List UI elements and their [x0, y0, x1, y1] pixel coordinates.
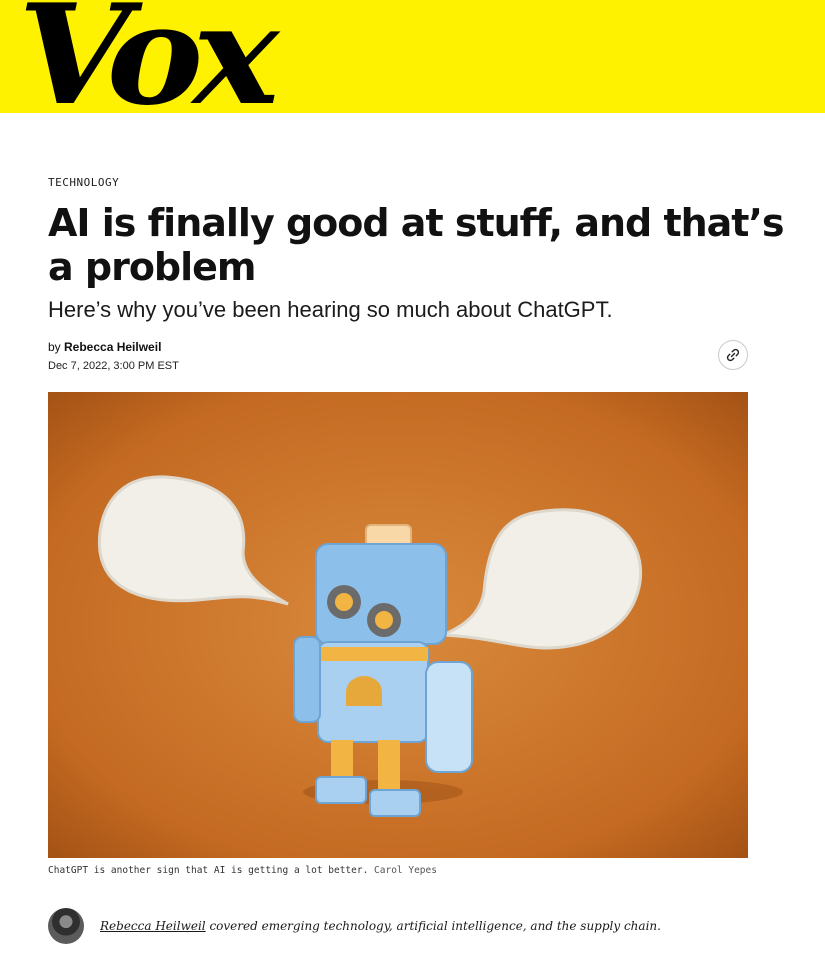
- author-link[interactable]: Rebecca Heilweil: [64, 340, 161, 354]
- article-dek: Here’s why you’ve been hearing so much a…: [48, 297, 613, 322]
- byline: by Rebecca Heilweil: [48, 340, 161, 354]
- section-kicker[interactable]: TECHNOLOGY: [48, 176, 808, 189]
- robot-illustration: [48, 392, 748, 858]
- article-headline: AI is finally good at stuff, and that’s …: [48, 201, 785, 289]
- caption-text: ChatGPT is another sign that AI is getti…: [48, 865, 369, 876]
- article-header: TECHNOLOGY AI is finally good at stuff, …: [48, 176, 808, 323]
- author-bio: Rebecca Heilweil covered emerging techno…: [48, 906, 768, 946]
- publish-date: Dec 7, 2022, 3:00 PM EST: [48, 360, 179, 372]
- copy-link-button[interactable]: [718, 340, 748, 370]
- image-caption: ChatGPT is another sign that AI is getti…: [48, 865, 437, 876]
- bio-description: covered emerging technology, artificial …: [205, 919, 661, 933]
- bio-text: Rebecca Heilweil covered emerging techno…: [100, 919, 661, 933]
- hero-image: [48, 392, 748, 858]
- logo-text: Vox: [18, 0, 279, 113]
- link-icon: [726, 348, 740, 362]
- vox-logo[interactable]: Vox: [18, 0, 279, 113]
- author-avatar: [48, 908, 84, 944]
- bio-author-link[interactable]: Rebecca Heilweil: [100, 919, 206, 933]
- photo-credit: Carol Yepes: [374, 865, 437, 876]
- byline-prefix: by: [48, 340, 65, 354]
- site-header: Vox: [0, 0, 825, 113]
